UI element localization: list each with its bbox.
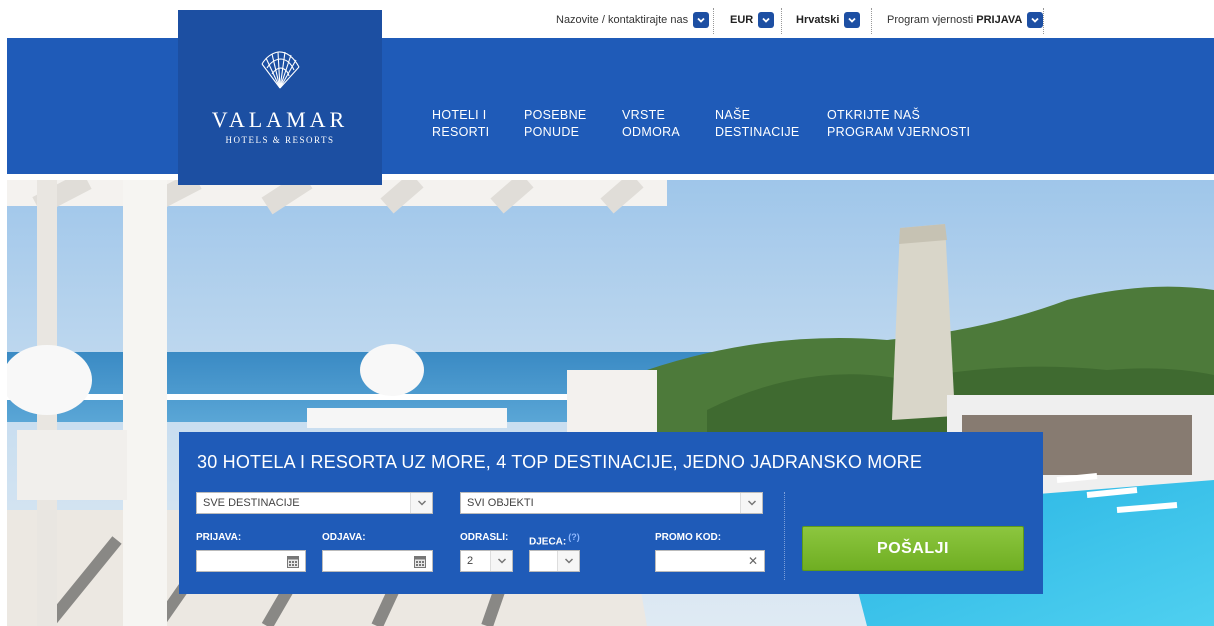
destination-value: SVE DESTINACIJE xyxy=(203,497,300,509)
divider xyxy=(784,492,785,580)
nav-label-line: POSEBNE xyxy=(524,108,587,122)
brand-tagline: HOTELS & RESORTS xyxy=(225,135,335,145)
promo-label: PROMO KOD: xyxy=(655,532,722,543)
nav-item-holiday-types[interactable]: VRSTE ODMORA xyxy=(622,107,680,141)
nav-label-line: ODMORA xyxy=(622,125,681,139)
chevron-down-icon xyxy=(758,12,775,28)
children-help-link[interactable]: (?) xyxy=(568,532,580,542)
adults-value: 2 xyxy=(467,555,474,567)
children-label: DJECA: xyxy=(529,536,567,548)
brand-logo[interactable]: VALAMAR HOTELS & RESORTS xyxy=(178,10,382,185)
chevron-down-icon xyxy=(557,551,579,571)
divider xyxy=(871,8,872,34)
loyalty-dropdown[interactable]: Program vjernosti PRIJAVA xyxy=(887,10,1044,30)
nav-item-loyalty[interactable]: OTKRIJTE NAŠ PROGRAM VJERNOSTI xyxy=(827,107,970,141)
nav-item-destinations[interactable]: NAŠE DESTINACIJE xyxy=(715,107,800,141)
clear-icon[interactable]: ✕ xyxy=(748,554,758,568)
contact-label: Nazovite / kontaktirajte nas xyxy=(556,14,689,26)
adults-label: ODRASLI: xyxy=(460,532,509,543)
nav-label-line: PONUDE xyxy=(524,125,580,139)
chevron-down-icon xyxy=(490,551,512,571)
nav-item-hotels[interactable]: HOTELI I RESORTI xyxy=(432,107,489,141)
nav-label-line: VRSTE xyxy=(622,108,666,122)
loyalty-label: Program vjernosti xyxy=(887,14,974,26)
divider xyxy=(713,8,714,34)
nav-item-offers[interactable]: POSEBNE PONUDE xyxy=(524,107,587,141)
checkout-date-field[interactable] xyxy=(322,550,433,572)
language-dropdown[interactable]: Hrvatski xyxy=(796,10,861,30)
calendar-icon[interactable] xyxy=(287,555,299,568)
property-select[interactable]: SVI OBJEKTI xyxy=(460,492,763,514)
children-label-group: DJECA: (?) xyxy=(529,532,580,547)
currency-dropdown[interactable]: EUR xyxy=(730,10,775,30)
children-select[interactable] xyxy=(529,550,580,572)
checkout-label: ODJAVA: xyxy=(322,532,366,543)
nav-label-line: PROGRAM VJERNOSTI xyxy=(827,125,971,139)
divider xyxy=(781,8,782,34)
adults-select[interactable]: 2 xyxy=(460,550,513,572)
nav-label-line: HOTELI I xyxy=(432,108,487,122)
contact-dropdown[interactable]: Nazovite / kontaktirajte nas xyxy=(556,10,710,30)
booking-title: 30 HOTELA I RESORTA UZ MORE, 4 TOP DESTI… xyxy=(197,452,923,472)
loyalty-login: PRIJAVA xyxy=(976,14,1023,26)
brand-name: VALAMAR xyxy=(211,107,349,132)
chevron-down-icon xyxy=(1027,12,1044,28)
property-value: SVI OBJEKTI xyxy=(467,497,534,509)
divider xyxy=(1043,8,1044,34)
chevron-down-icon xyxy=(740,493,762,513)
nav-label-line: OTKRIJTE NAŠ xyxy=(827,108,921,122)
booking-form: 30 HOTELA I RESORTA UZ MORE, 4 TOP DESTI… xyxy=(179,432,1043,594)
checkin-label: PRIJAVA: xyxy=(196,532,242,543)
chevron-down-icon xyxy=(410,493,432,513)
chevron-down-icon xyxy=(844,12,861,28)
nav-label-line: DESTINACIJE xyxy=(715,125,800,139)
chevron-down-icon xyxy=(693,12,710,28)
language-value: Hrvatski xyxy=(796,14,840,26)
destination-select[interactable]: SVE DESTINACIJE xyxy=(196,492,433,514)
submit-button[interactable]: POŠALJI xyxy=(802,526,1024,571)
promo-code-input[interactable]: ✕ xyxy=(655,550,765,572)
calendar-icon[interactable] xyxy=(414,555,426,568)
nav-label-line: RESORTI xyxy=(432,125,490,139)
currency-value: EUR xyxy=(730,14,754,26)
shell-logo-icon xyxy=(261,51,300,89)
nav-label-line: NAŠE xyxy=(715,108,751,122)
checkin-date-field[interactable] xyxy=(196,550,306,572)
